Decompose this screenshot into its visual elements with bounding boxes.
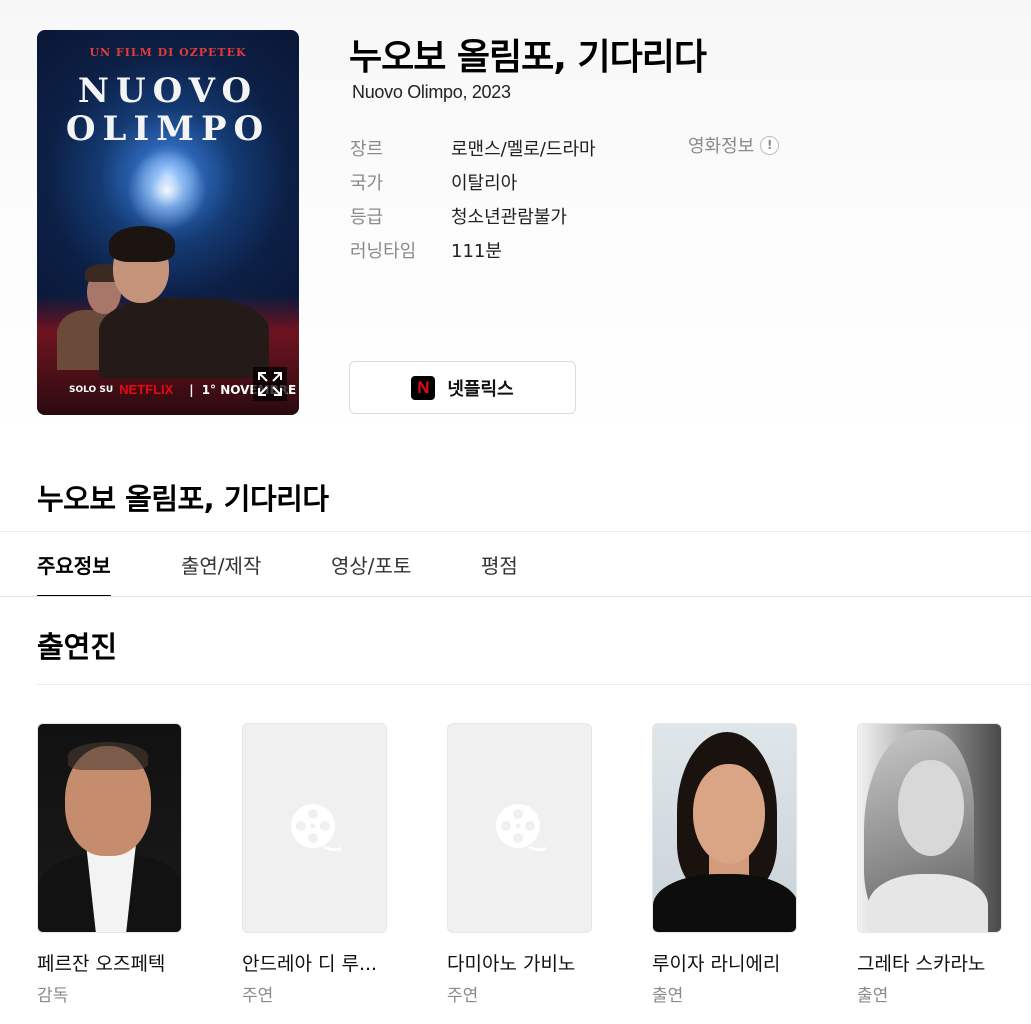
tab-main-info[interactable]: 주요정보 (37, 532, 111, 597)
meta-label-country: 국가 (350, 173, 384, 194)
tab-divider (0, 596, 1031, 597)
movie-meta-list: 장르 로맨스/멜로/드라마 국가 이탈리아 등급 청소년관람불가 러닝타임 11… (350, 131, 596, 267)
meta-row-country: 국가 이탈리아 (350, 165, 596, 199)
cast-card[interactable]: 페르잔 오즈페텍 감독 (37, 723, 182, 1006)
cast-card[interactable]: 루이자 라니에리 출연 (652, 723, 797, 1006)
photo-dress (653, 874, 796, 932)
cast-name[interactable]: 다미아노 가비노 (447, 949, 592, 976)
poster-solo-su: SOLO SU (69, 384, 114, 395)
poster-title-line2: OLIMPO (65, 109, 271, 149)
movie-poster[interactable]: UN FILM DI OZPETEK NUOVO OLIMPO SOLO SU … (37, 30, 299, 415)
cast-role: 주연 (242, 986, 274, 1006)
section-title: 누오보 올림포, 기다리다 (37, 482, 329, 516)
cast-card[interactable]: 다미아노 가비노 주연 (447, 723, 592, 1006)
meta-value-genre: 로맨스/멜로/드라마 (451, 139, 596, 160)
poster-title: NUOVO OLIMPO (37, 72, 299, 148)
poster-figure-front (99, 298, 269, 378)
movie-info-link[interactable]: 영화정보 ! (688, 131, 780, 159)
expand-icon (258, 372, 282, 396)
movie-info-label: 영화정보 (688, 136, 755, 157)
cast-photo[interactable] (652, 723, 797, 933)
cast-name[interactable]: 루이자 라니에리 (652, 949, 797, 976)
movie-original-title-year: Nuovo Olimpo, 2023 (352, 82, 511, 102)
film-reel-icon (495, 804, 546, 852)
cast-divider (37, 684, 1031, 685)
netflix-logo-icon: N (411, 375, 436, 400)
film-reel-icon (290, 804, 341, 852)
cast-role: 주연 (447, 986, 479, 1006)
meta-row-runtime: 러닝타임 111분 (350, 233, 596, 267)
meta-value-rating: 청소년관람불가 (451, 207, 567, 228)
photo-hair (68, 742, 148, 770)
movie-title: 누오보 올림포, 기다리다 (349, 37, 707, 78)
tab-cast-crew[interactable]: 출연/제작 (181, 532, 261, 597)
cast-name[interactable]: 안드레아 디 루... (242, 949, 387, 976)
cast-name[interactable]: 그레타 스카라노 (857, 949, 1002, 976)
cast-photo-placeholder[interactable] (242, 723, 387, 933)
cast-role: 출연 (857, 986, 889, 1006)
tab-bar: 주요정보 출연/제작 영상/포토 평점 (0, 532, 1031, 597)
meta-label-genre: 장르 (350, 139, 384, 160)
cast-card[interactable]: 안드레아 디 루... 주연 (242, 723, 387, 1006)
photo-face (693, 764, 765, 864)
cast-heading: 출연진 (37, 630, 118, 664)
poster-light-glow (127, 150, 207, 230)
expand-poster-button[interactable] (253, 367, 287, 401)
cast-role: 출연 (652, 986, 684, 1006)
poster-tagline: UN FILM DI OZPETEK (89, 46, 247, 59)
poster-separator: | (189, 382, 194, 397)
meta-value-runtime: 111분 (451, 241, 502, 262)
meta-value-country: 이탈리아 (451, 173, 518, 194)
cast-photo[interactable] (857, 723, 1002, 933)
meta-label-rating: 등급 (350, 207, 384, 228)
photo-shoulders (868, 874, 988, 932)
info-exclamation-icon: ! (760, 135, 780, 155)
netflix-button-label: 넷플릭스 (447, 378, 514, 400)
meta-label-runtime: 러닝타임 (350, 241, 417, 262)
poster-netflix-wordmark: NETFLIX (119, 382, 174, 397)
cast-photo[interactable] (37, 723, 182, 933)
cast-photo-placeholder[interactable] (447, 723, 592, 933)
poster-title-line1: NUOVO (77, 71, 259, 111)
netflix-watch-button[interactable]: N 넷플릭스 (349, 361, 576, 414)
cast-name[interactable]: 페르잔 오즈페텍 (37, 949, 182, 976)
tab-video-photo[interactable]: 영상/포토 (331, 532, 411, 597)
photo-face (898, 760, 964, 856)
cast-card[interactable]: 그레타 스카라노 출연 (857, 723, 1002, 1006)
cast-role: 감독 (37, 986, 69, 1006)
meta-row-genre: 장르 로맨스/멜로/드라마 (350, 131, 596, 165)
meta-row-rating: 등급 청소년관람불가 (350, 199, 596, 233)
poster-figure-front-hair (109, 226, 175, 262)
tab-ratings[interactable]: 평점 (481, 532, 518, 597)
